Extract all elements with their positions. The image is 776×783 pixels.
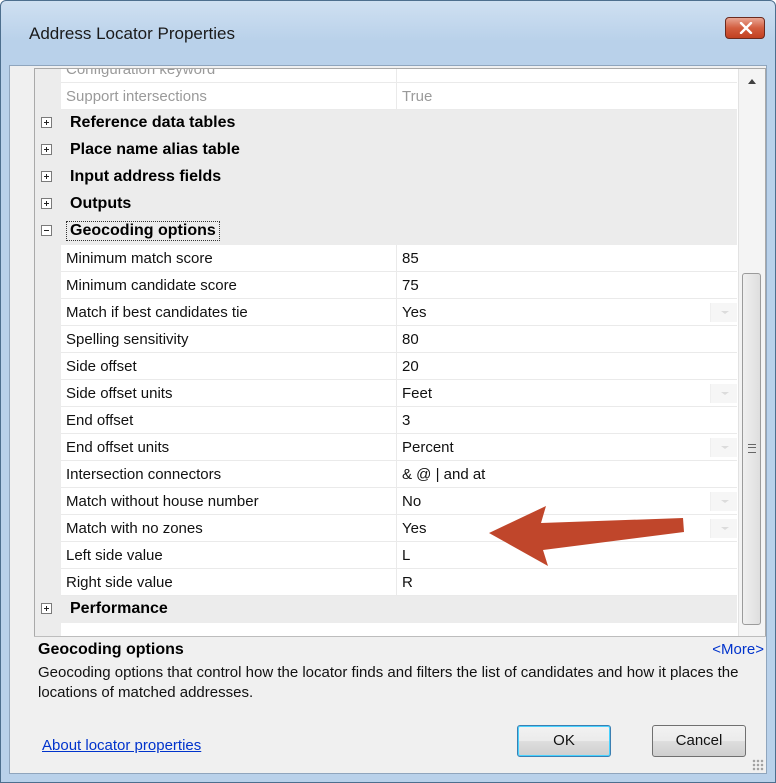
property-value: True: [402, 88, 433, 105]
description-panel: Geocoding options <More> Geocoding optio…: [34, 636, 766, 701]
category-label: Performance: [70, 600, 168, 617]
category-label: Input address fields: [70, 168, 222, 185]
property-row-right-side-value[interactable]: Right side value R: [35, 569, 737, 596]
about-locator-properties-link[interactable]: About locator properties: [42, 737, 201, 754]
dropdown-arrow-icon[interactable]: [710, 519, 737, 538]
expand-plus-icon[interactable]: [41, 198, 52, 209]
property-value[interactable]: No: [402, 493, 421, 510]
category-label: Outputs: [70, 195, 132, 212]
title-bar[interactable]: Address Locator Properties: [1, 1, 775, 65]
description-text: Geocoding options that control how the l…: [38, 664, 739, 701]
property-row-match-if-best-candidates-tie[interactable]: Match if best candidates tie Yes: [35, 299, 737, 326]
property-label: Spelling sensitivity: [66, 331, 189, 348]
cancel-button[interactable]: Cancel: [652, 725, 746, 757]
property-label: Intersection connectors: [66, 466, 222, 483]
expand-plus-icon[interactable]: [41, 144, 52, 155]
grip-icon: [748, 444, 756, 453]
ok-button[interactable]: OK: [517, 725, 611, 757]
category-label: Geocoding options: [66, 221, 220, 241]
property-value[interactable]: & @ | and at: [402, 466, 485, 483]
property-value[interactable]: 85: [402, 250, 419, 267]
dropdown-arrow-icon[interactable]: [710, 492, 737, 511]
expand-plus-icon[interactable]: [41, 171, 52, 182]
property-row-spelling-sensitivity[interactable]: Spelling sensitivity 80: [35, 326, 737, 353]
dialog-window: Address Locator Properties Configuration…: [0, 0, 776, 783]
category-label: Place name alias table: [70, 141, 240, 158]
property-row-end-offset-units[interactable]: End offset units Percent: [35, 434, 737, 461]
property-value[interactable]: Yes: [402, 520, 426, 537]
property-row-minimum-match-score[interactable]: Minimum match score 85: [35, 245, 737, 272]
resize-grip-icon[interactable]: [752, 759, 764, 771]
property-value[interactable]: R: [402, 574, 413, 591]
property-value[interactable]: Percent: [402, 439, 454, 456]
dialog-client-area: Configuration keyword Support intersecti…: [9, 65, 767, 774]
description-title: Geocoding options: [38, 641, 184, 658]
property-row-intersection-connectors[interactable]: Intersection connectors & @ | and at: [35, 461, 737, 488]
property-label: Match if best candidates tie: [66, 304, 248, 321]
dropdown-arrow-icon[interactable]: [710, 303, 737, 322]
property-label: Match without house number: [66, 493, 259, 510]
property-label: Minimum candidate score: [66, 277, 237, 294]
property-label: Side offset: [66, 358, 137, 375]
category-performance[interactable]: Performance: [35, 596, 737, 623]
property-value[interactable]: L: [402, 547, 410, 564]
property-value[interactable]: 20: [402, 358, 419, 375]
property-label: Side offset units: [66, 385, 173, 402]
property-label: End offset units: [66, 439, 170, 456]
property-label: Left side value: [66, 547, 163, 564]
property-value[interactable]: 3: [402, 412, 410, 429]
property-label: Match with no zones: [66, 520, 203, 537]
vertical-scrollbar[interactable]: [738, 69, 765, 687]
close-button[interactable]: [725, 17, 765, 39]
property-label: Right side value: [66, 574, 173, 591]
property-row-side-offset-units[interactable]: Side offset units Feet: [35, 380, 737, 407]
close-icon: [739, 22, 753, 34]
property-label: End offset: [66, 412, 134, 429]
category-geocoding-options[interactable]: Geocoding options: [35, 218, 737, 245]
dropdown-arrow-icon[interactable]: [710, 384, 737, 403]
property-row-match-with-no-zones[interactable]: Match with no zones Yes: [35, 515, 737, 542]
property-row-side-offset[interactable]: Side offset 20: [35, 353, 737, 380]
expand-plus-icon[interactable]: [41, 603, 52, 614]
property-label: Minimum match score: [66, 250, 213, 267]
property-value[interactable]: 80: [402, 331, 419, 348]
property-row-support-intersections[interactable]: Support intersections True: [35, 83, 737, 110]
property-grid[interactable]: Configuration keyword Support intersecti…: [34, 68, 766, 688]
window-title: Address Locator Properties: [29, 24, 235, 43]
collapse-minus-icon[interactable]: [41, 225, 52, 236]
property-value[interactable]: 75: [402, 277, 419, 294]
category-outputs[interactable]: Outputs: [35, 191, 737, 218]
property-value[interactable]: Yes: [402, 304, 426, 321]
category-reference-data-tables[interactable]: Reference data tables: [35, 110, 737, 137]
property-row-configuration-keyword[interactable]: Configuration keyword: [35, 68, 737, 83]
expand-plus-icon[interactable]: [41, 117, 52, 128]
property-value[interactable]: Feet: [402, 385, 432, 402]
property-label: Support intersections: [66, 88, 207, 105]
dropdown-arrow-icon[interactable]: [710, 438, 737, 457]
property-row-end-offset[interactable]: End offset 3: [35, 407, 737, 434]
scrollbar-thumb[interactable]: [742, 273, 761, 625]
property-row-minimum-candidate-score[interactable]: Minimum candidate score 75: [35, 272, 737, 299]
more-link[interactable]: <More>: [712, 641, 764, 658]
property-row-match-without-house-number[interactable]: Match without house number No: [35, 488, 737, 515]
property-row-left-side-value[interactable]: Left side value L: [35, 542, 737, 569]
scroll-up-arrow-icon[interactable]: [739, 69, 765, 93]
category-input-address-fields[interactable]: Input address fields: [35, 164, 737, 191]
property-label: Configuration keyword: [66, 68, 216, 78]
category-label: Reference data tables: [70, 114, 236, 131]
category-place-name-alias-table[interactable]: Place name alias table: [35, 137, 737, 164]
